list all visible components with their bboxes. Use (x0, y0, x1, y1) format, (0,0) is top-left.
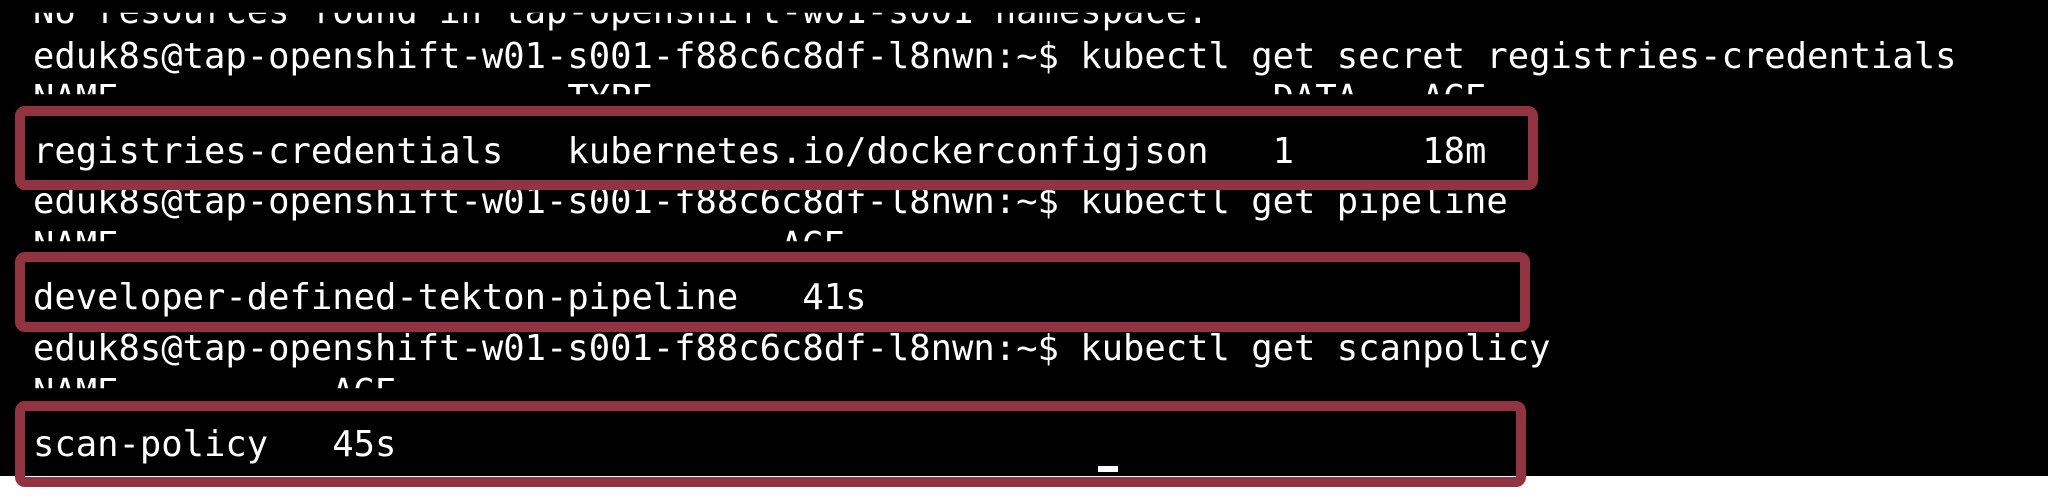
terminal-line-command-get-scanpolicy: eduk8s@tap-openshift-w01-s001-f88c6c8df-… (33, 328, 1551, 369)
highlight-box-pipeline (15, 252, 1530, 332)
terminal-line-no-resources: No resources found in tap-openshift-w01-… (33, 0, 1209, 32)
highlight-box-secret (15, 106, 1538, 190)
terminal-line-command-get-secret: eduk8s@tap-openshift-w01-s001-f88c6c8df-… (33, 36, 1957, 77)
highlight-box-scanpolicy (15, 401, 1526, 487)
